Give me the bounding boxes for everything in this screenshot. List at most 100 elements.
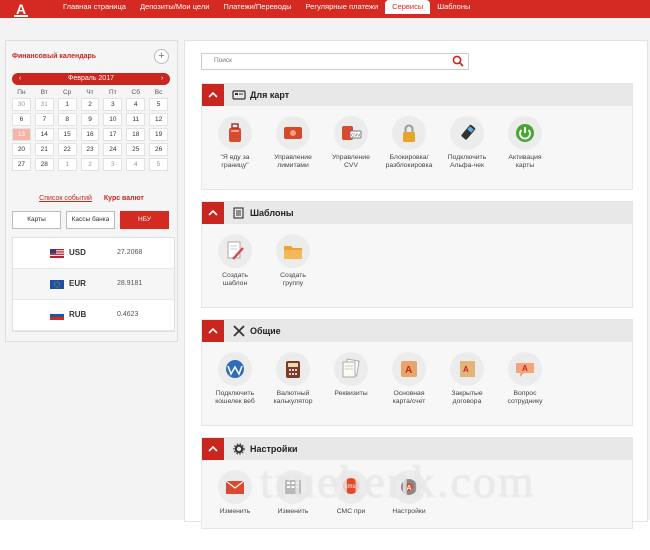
calendar-day[interactable]: 3 [103, 98, 123, 111]
calendar-day[interactable]: 12 [149, 113, 169, 126]
calendar-day[interactable]: 23 [80, 143, 100, 156]
calendar-day[interactable]: 25 [126, 143, 146, 156]
calendar-day[interactable]: 11 [126, 113, 146, 126]
calendar-day[interactable]: 17 [103, 128, 123, 141]
financial-calendar-widget: Финансовый календарь + ‹ Февраль 2017 › … [5, 40, 178, 342]
tile-closed-contracts[interactable]: А Закрытые договора [438, 352, 496, 405]
calendar-day[interactable]: 28 [34, 158, 54, 171]
cards-rate-button[interactable]: Карты [12, 211, 61, 229]
calendar-day[interactable]: 15 [57, 128, 77, 141]
currency-code: RUB [69, 310, 87, 319]
services-panel: Для карт "Я еду за границу" Управление л… [184, 40, 648, 529]
nav-services[interactable]: Сервисы [385, 0, 431, 14]
calendar-day[interactable]: 1 [57, 158, 77, 171]
calendar-day[interactable]: 5 [149, 98, 169, 111]
eu-flag-icon [50, 280, 64, 289]
tile-main-card-account[interactable]: А Основная карта/счет [380, 352, 438, 405]
search-input[interactable] [202, 54, 434, 67]
tile-alfa-check[interactable]: Подключить Альфа-чек [438, 116, 496, 169]
padlock-icon [392, 116, 426, 150]
calendar-day[interactable]: 14 [34, 128, 54, 141]
collapse-toggle[interactable] [202, 320, 224, 342]
calendar-day[interactable]: 13 [12, 128, 31, 141]
main-card-icon: А [392, 352, 426, 386]
add-event-button[interactable]: + [154, 49, 169, 64]
speech-bubble-icon: А [508, 352, 542, 386]
tile-settings[interactable]: А Настройки [380, 470, 438, 516]
calendar-day[interactable]: 26 [149, 143, 169, 156]
tile-manage-cvv[interactable]: CVV Управление CVV [322, 116, 380, 169]
calendar-day[interactable]: 10 [103, 113, 123, 126]
section-header[interactable]: Общие [202, 320, 632, 342]
calendar-day[interactable]: 5 [149, 158, 169, 171]
chevron-up-icon [208, 92, 218, 98]
calendar-day[interactable]: 30 [12, 98, 31, 111]
calendar-links: Список событий Курс валют [6, 195, 177, 202]
nav-regular-payments[interactable]: Регулярные платежи [298, 0, 385, 18]
calendar-day[interactable]: 31 [34, 98, 54, 111]
calendar-day[interactable]: 3 [103, 158, 123, 171]
calendar-day[interactable]: 4 [126, 158, 146, 171]
calendar-day[interactable]: 16 [80, 128, 100, 141]
calendar-week: 27 28 1 2 3 4 5 [12, 158, 172, 173]
rate-row-usd: USD 27.2068 [13, 238, 174, 269]
nav-payments[interactable]: Платежи/Переводы [216, 0, 298, 18]
tile-change-email[interactable]: Изменить [206, 470, 264, 516]
calendar-day[interactable]: 9 [80, 113, 100, 126]
calendar-day[interactable]: 21 [34, 143, 54, 156]
calendar-day[interactable]: 22 [57, 143, 77, 156]
calendar-week: 6 7 8 9 10 11 12 [12, 113, 172, 128]
nbu-rate-button[interactable]: НБУ [120, 211, 169, 229]
calendar-day[interactable]: 19 [149, 128, 169, 141]
nav-templates[interactable]: Шаблоны [430, 0, 477, 18]
events-list-link[interactable]: Список событий [39, 195, 92, 202]
next-month-icon[interactable]: › [156, 73, 168, 85]
calendar-day[interactable]: 2 [80, 98, 100, 111]
tile-create-template[interactable]: Создать шаблон [206, 234, 264, 287]
calendar-day[interactable]: 8 [57, 113, 77, 126]
nav-deposits[interactable]: Депозиты/Мои цели [133, 0, 216, 18]
calendar-day[interactable]: 20 [12, 143, 31, 156]
tile-connect-webmoney[interactable]: Подключить кошелек веб [206, 352, 264, 405]
tile-currency-calculator[interactable]: Валютный калькулятор [264, 352, 322, 405]
webmoney-globe-icon [218, 352, 252, 386]
calendar-grid: Пн Вт Ср Чт Пт Сб Вс 30 31 1 2 3 4 5 6 7 8 9 10 11 12 13 14 15 1… [12, 88, 172, 173]
tile-change-password[interactable]: Изменить [264, 470, 322, 516]
tile-label: Вопрос сотруднику [507, 390, 543, 405]
collapse-toggle[interactable] [202, 202, 224, 224]
section-header[interactable]: Для карт [202, 84, 632, 106]
nav-home[interactable]: Главная страница [56, 0, 133, 18]
calendar-day[interactable]: 6 [12, 113, 31, 126]
tile-requisites[interactable]: Реквизиты [322, 352, 380, 398]
tile-ask-employee[interactable]: А Вопрос сотруднику [496, 352, 554, 405]
calendar-day[interactable]: 24 [103, 143, 123, 156]
tile-activate-card[interactable]: Активация карты [496, 116, 554, 169]
calendar-day[interactable]: 1 [57, 98, 77, 111]
section-title: Для карт [250, 90, 290, 100]
tile-block-card[interactable]: Блокировка/ разблокировка [380, 116, 438, 169]
section-title: Общие [250, 326, 281, 336]
envelope-icon [218, 470, 252, 504]
collapse-toggle[interactable] [202, 438, 224, 460]
section-header[interactable]: Настройки [202, 438, 632, 460]
section-header[interactable]: Шаблоны [202, 202, 632, 224]
month-selector: ‹ Февраль 2017 › [12, 73, 170, 85]
calendar-day[interactable]: 27 [12, 158, 31, 171]
exchange-rates-link[interactable]: Курс валют [104, 195, 144, 202]
us-flag-icon [50, 249, 64, 258]
weekday-header: Пн Вт Ср Чт Пт Сб Вс [12, 88, 172, 98]
collapse-toggle[interactable] [202, 84, 224, 106]
tile-manage-limits[interactable]: Управление лимитами [264, 116, 322, 169]
alfa-logo[interactable]: А [10, 2, 32, 17]
calendar-day[interactable]: 7 [34, 113, 54, 126]
calendar-day[interactable]: 4 [126, 98, 146, 111]
tile-create-group[interactable]: Создать группу [264, 234, 322, 287]
calendar-day[interactable]: 18 [126, 128, 146, 141]
tile-sms-notifications[interactable]: sms СМС при [322, 470, 380, 516]
tile-travel-abroad[interactable]: "Я еду за границу" [206, 116, 264, 169]
prev-month-icon[interactable]: ‹ [14, 73, 26, 85]
usb-key-icon [450, 116, 484, 150]
calendar-day[interactable]: 2 [80, 158, 100, 171]
bank-rate-button[interactable]: Кассы банка [66, 211, 115, 229]
search-icon[interactable] [452, 55, 464, 67]
